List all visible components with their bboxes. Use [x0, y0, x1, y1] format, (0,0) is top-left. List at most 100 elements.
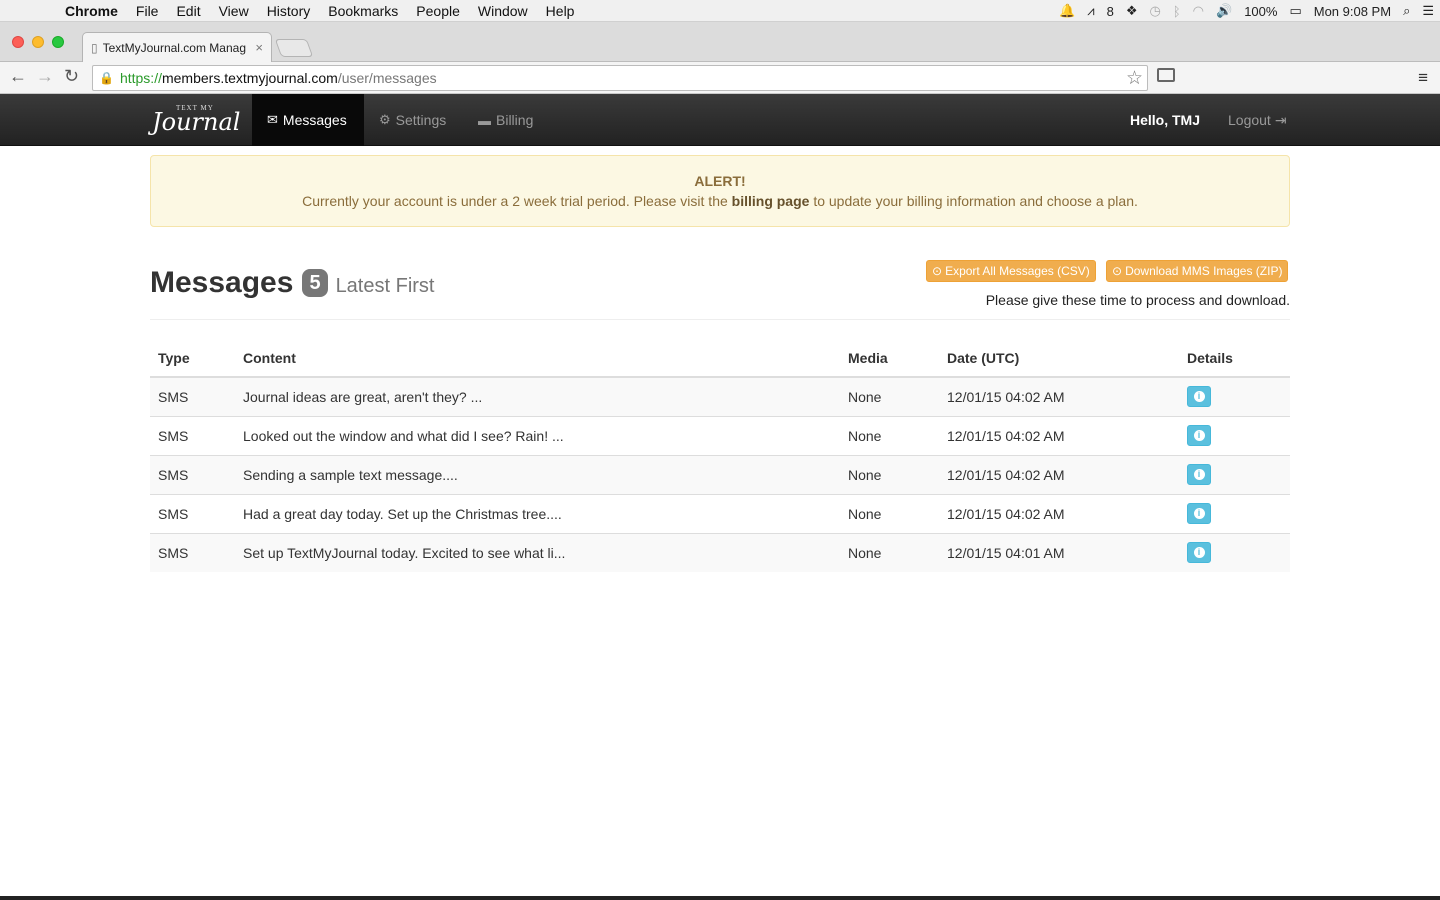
table-header-row: Type Content Media Date (UTC) Details [150, 339, 1290, 378]
url-host: members.textmyjournal.com [161, 70, 338, 86]
cell-date: 12/01/15 04:02 AM [939, 376, 1179, 416]
cell-type: SMS [150, 493, 235, 533]
forward-arrow-icon[interactable]: → [36, 66, 54, 87]
cell-type: SMS [150, 415, 235, 455]
url-scheme: https:// [119, 70, 162, 86]
notification-count: 8 [1106, 3, 1114, 19]
envelope-icon: ✉ [267, 112, 278, 127]
info-icon: i [1193, 469, 1205, 480]
alert-body: Currently your account is under a 2 week… [151, 193, 1289, 209]
window-bottom-edge [0, 896, 1440, 900]
page-subtitle: Latest First [335, 274, 435, 297]
billing-page-link[interactable]: billing page [732, 193, 810, 209]
zoom-window-button[interactable] [52, 36, 64, 48]
col-date: Date (UTC) [939, 339, 1179, 378]
bell-icon[interactable]: 🔔 [1053, 3, 1081, 19]
details-button[interactable]: i [1187, 503, 1211, 524]
page-title-text: Messages [150, 266, 294, 299]
spotlight-icon[interactable]: ⌕ [1397, 3, 1416, 19]
new-tab-button[interactable] [274, 39, 314, 57]
nav-billing-label: Billing [496, 112, 534, 128]
back-arrow-icon[interactable]: ← [9, 66, 27, 87]
menu-app-name[interactable]: Chrome [56, 3, 127, 19]
table-row: SMS Set up TextMyJournal today. Excited … [150, 532, 1290, 572]
dropbox-icon[interactable]: ❖ [1120, 3, 1144, 19]
minimize-window-button[interactable] [32, 36, 44, 48]
close-window-button[interactable] [12, 36, 24, 48]
cell-details: i [1179, 415, 1290, 455]
details-button[interactable]: i [1187, 464, 1211, 485]
cell-type: SMS [150, 376, 235, 416]
messages-table: Type Content Media Date (UTC) Details SM… [150, 339, 1290, 572]
adobe-icon[interactable]: ⩘ [1081, 3, 1100, 19]
details-button[interactable]: i [1187, 542, 1211, 564]
cell-content: Sending a sample text message.... [235, 454, 840, 494]
cell-content: Set up TextMyJournal today. Excited to s… [235, 532, 840, 572]
menu-view[interactable]: View [210, 3, 258, 19]
col-content: Content [235, 339, 840, 378]
cell-content: Had a great day today. Set up the Christ… [235, 493, 840, 533]
cell-details: i [1179, 493, 1290, 533]
wifi-icon[interactable]: ◠ [1187, 3, 1210, 19]
logout-link[interactable]: Logout ⇥ [1228, 94, 1287, 146]
table-row: SMS Sending a sample text message.... No… [150, 454, 1290, 494]
clock[interactable]: Mon 9:08 PM [1308, 4, 1397, 19]
reload-icon[interactable]: ↻ [64, 66, 79, 87]
col-details: Details [1179, 339, 1290, 378]
table-row: SMS Journal ideas are great, aren't they… [150, 376, 1290, 416]
nav-settings[interactable]: ⚙ Settings [379, 94, 446, 146]
export-csv-button[interactable]: ⊙ Export All Messages (CSV) [926, 260, 1096, 282]
close-tab-icon[interactable]: × [255, 40, 263, 55]
nav-billing[interactable]: ▬ Billing [478, 94, 533, 146]
page-icon: ▯ [91, 40, 98, 55]
bookmark-star-icon[interactable]: ☆ [1126, 67, 1143, 90]
menu-history[interactable]: History [258, 3, 320, 19]
notification-center-icon[interactable]: ☰ [1416, 3, 1440, 19]
cell-date: 12/01/15 04:01 AM [939, 532, 1179, 572]
volume-icon[interactable]: 🔊 [1210, 3, 1238, 19]
download-mms-button[interactable]: ⊙ Download MMS Images (ZIP) [1106, 260, 1289, 282]
bluetooth-icon[interactable]: ᛒ [1167, 4, 1187, 19]
details-button[interactable]: i [1187, 386, 1211, 408]
info-icon: i [1193, 430, 1205, 441]
menu-bookmarks[interactable]: Bookmarks [319, 3, 407, 19]
menu-file[interactable]: File [127, 3, 168, 19]
info-icon: i [1193, 508, 1205, 519]
nav-messages[interactable]: ✉ Messages [252, 94, 364, 146]
details-button[interactable]: i [1187, 425, 1211, 446]
battery-percent: 100% [1244, 3, 1278, 19]
cell-media: None [840, 532, 939, 572]
time-machine-icon[interactable]: ◷ [1144, 3, 1167, 19]
col-media: Media [840, 339, 939, 378]
brand-logo[interactable]: TEXT MY Journal [150, 102, 246, 138]
url-path: /user/messages [337, 70, 437, 86]
download-icon: ⊙ [1112, 264, 1123, 278]
macos-menubar: Chrome File Edit View History Bookmarks … [0, 0, 1440, 22]
table-row: SMS Had a great day today. Set up the Ch… [150, 493, 1290, 533]
chrome-menu-icon[interactable]: ≡ [1418, 68, 1428, 88]
menu-edit[interactable]: Edit [167, 3, 209, 19]
menu-window[interactable]: Window [469, 3, 537, 19]
menu-help[interactable]: Help [537, 3, 584, 19]
page-title: Messages 5 Latest First [150, 266, 434, 300]
user-greeting: Hello, TMJ [1130, 112, 1201, 128]
trial-alert: ALERT! Currently your account is under a… [150, 155, 1290, 227]
battery-icon[interactable]: ▭ [1283, 3, 1307, 19]
export-csv-label: Export All Messages (CSV) [945, 264, 1090, 278]
cell-details: i [1179, 454, 1290, 494]
cell-details: i [1179, 376, 1290, 416]
cell-date: 12/01/15 04:02 AM [939, 493, 1179, 533]
browser-tab-active[interactable]: ▯ TextMyJournal.com Manag × [82, 32, 272, 62]
info-icon: i [1193, 391, 1205, 403]
menu-people[interactable]: People [407, 3, 469, 19]
address-bar[interactable]: 🔒 https://members.textmyjournal.com/user… [92, 65, 1148, 91]
nav-messages-label: Messages [282, 112, 347, 128]
app-navbar: TEXT MY Journal ✉ Messages ⚙ Settings ▬ … [0, 94, 1440, 146]
alert-heading: ALERT! [694, 173, 746, 189]
download-mms-label: Download MMS Images (ZIP) [1125, 264, 1283, 278]
browser-tabstrip: ▯ TextMyJournal.com Manag × [0, 22, 1440, 62]
cast-icon[interactable] [1157, 68, 1175, 82]
header-divider [150, 319, 1290, 320]
cell-details: i [1179, 532, 1290, 572]
cell-type: SMS [150, 454, 235, 494]
